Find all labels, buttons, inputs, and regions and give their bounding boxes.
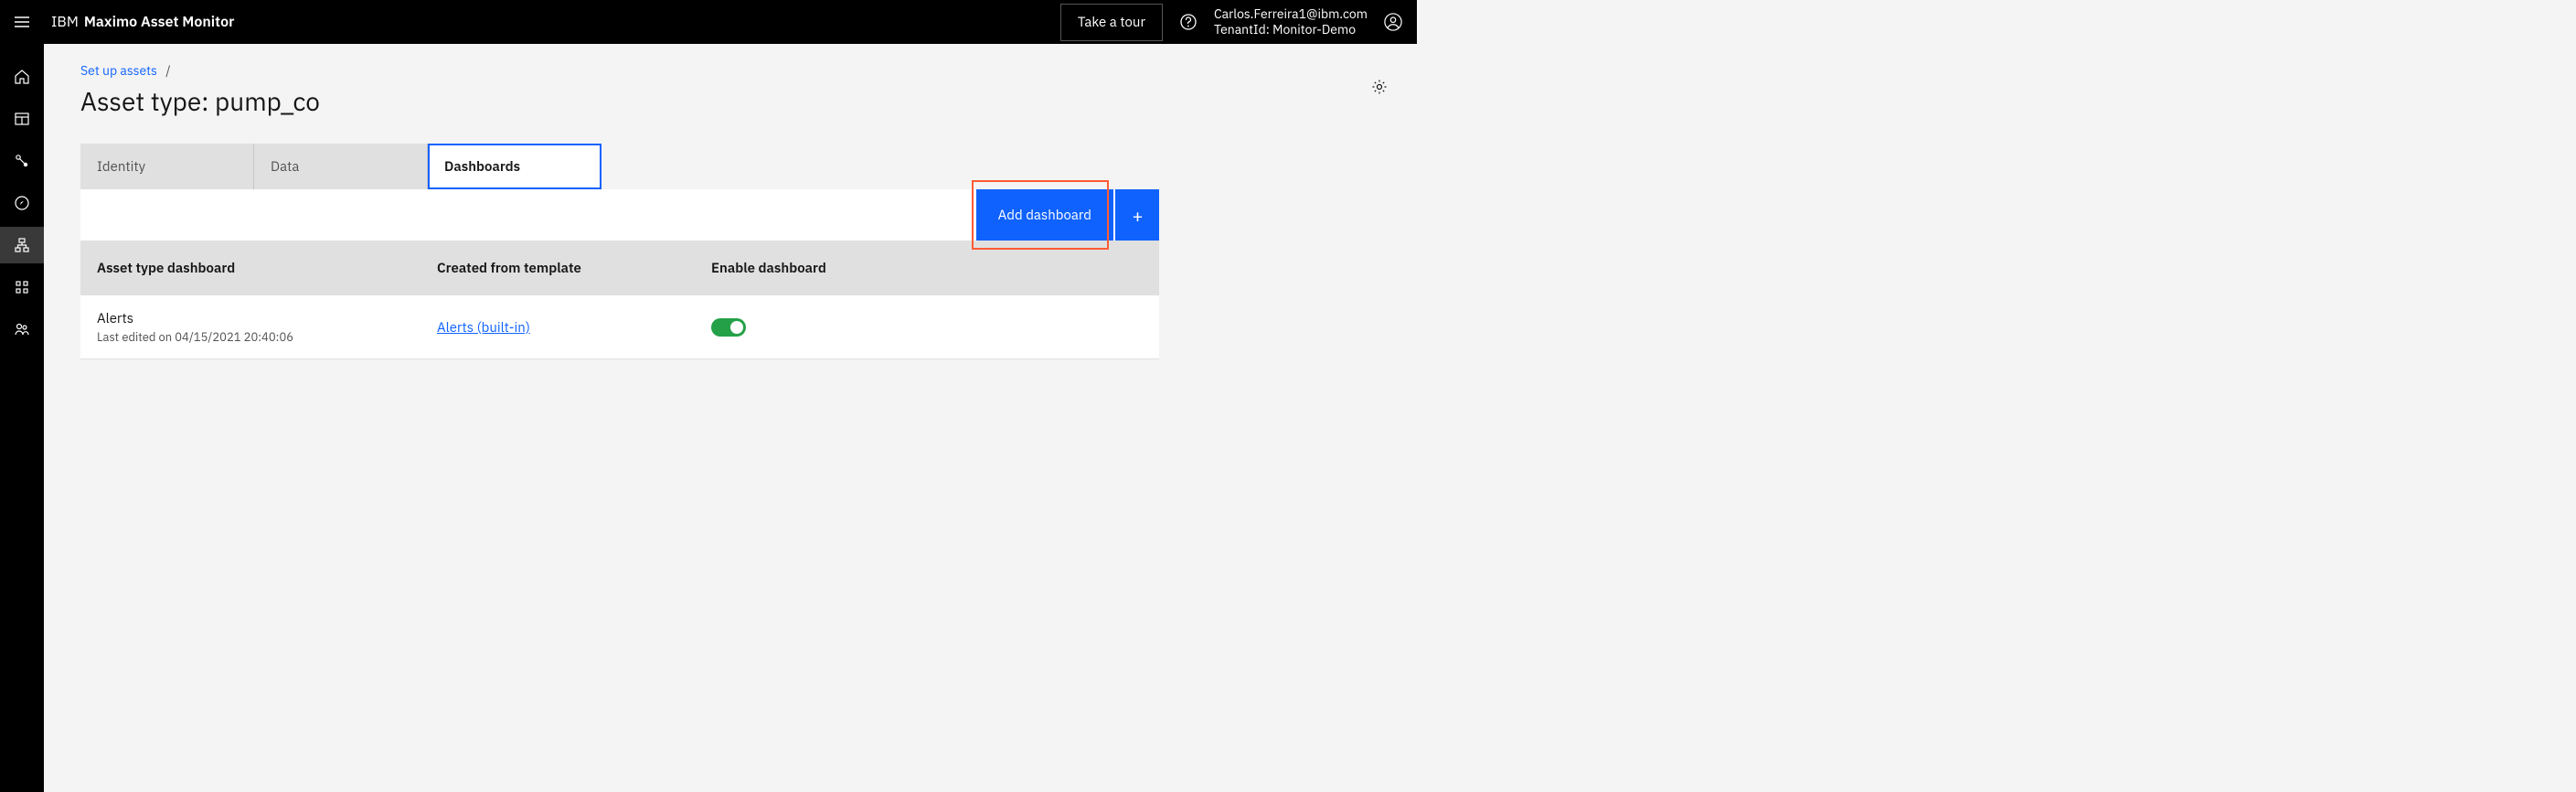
brand: IBM Maximo Asset Monitor [51,13,234,31]
cell-template: Alerts (built-in) [437,318,711,337]
user-email: Carlos.Ferreira1@ibm.com [1214,6,1368,23]
cell-name: Alerts Last edited on 04/15/2021 20:40:0… [80,310,437,345]
app-header: IBM Maximo Asset Monitor Take a tour Car… [0,0,1417,44]
page-settings-button[interactable] [1371,79,1388,100]
nav-connect[interactable] [0,143,44,179]
table-row: Alerts Last edited on 04/15/2021 20:40:0… [80,295,1159,359]
col-header-template: Created from template [437,260,711,277]
dashboards-panel: Add dashboard + Asset type dashboard Cre… [80,189,1159,359]
enable-toggle[interactable] [711,318,746,337]
brand-product: Maximo Asset Monitor [84,13,235,31]
tenant-label: TenantId: Monitor-Demo [1214,22,1368,38]
page-title: Asset type: pump_co [80,84,1388,118]
nav-home[interactable] [0,59,44,95]
dashboard-icon [14,111,30,127]
take-tour-button[interactable]: Take a tour [1060,4,1163,41]
action-bar: Add dashboard + [80,189,1159,241]
tab-data[interactable]: Data [254,144,428,189]
users-icon [14,321,30,337]
check-icon [734,322,741,334]
cell-enable [711,318,1159,337]
tab-label: Dashboards [444,158,520,176]
hamburger-icon [13,13,31,31]
hierarchy-icon [14,237,30,253]
nav-explore[interactable] [0,185,44,221]
tab-label: Data [271,158,299,176]
nav-users[interactable] [0,311,44,348]
compass-icon [14,195,30,211]
add-dashboard-button[interactable]: Add dashboard [976,189,1113,241]
help-button[interactable] [1179,13,1198,31]
user-info: Carlos.Ferreira1@ibm.com TenantId: Monit… [1214,6,1368,38]
help-icon [1179,13,1198,31]
brand-prefix: IBM [51,13,79,31]
header-right: Take a tour Carlos.Ferreira1@ibm.com Ten… [1060,4,1402,41]
tab-label: Identity [97,158,145,176]
col-header-enable: Enable dashboard [711,260,1159,277]
blocks-icon [15,280,29,294]
left-nav-rail [0,44,44,792]
menu-button[interactable] [0,0,44,44]
breadcrumb-separator: / [165,62,170,79]
nav-services[interactable] [0,269,44,305]
dashboard-meta: Last edited on 04/15/2021 20:40:06 [97,329,437,345]
connect-icon [15,154,29,168]
template-link[interactable]: Alerts (built-in) [437,319,530,337]
home-icon [14,69,30,85]
add-dashboard-plus-button[interactable]: + [1115,189,1159,241]
avatar-icon [1384,12,1402,32]
table-header: Asset type dashboard Created from templa… [80,241,1159,295]
nav-dashboard[interactable] [0,101,44,137]
user-menu-button[interactable] [1384,13,1402,31]
breadcrumb-parent[interactable]: Set up assets [80,62,157,79]
breadcrumb: Set up assets / [80,62,1388,79]
tab-dashboards[interactable]: Dashboards [428,144,601,189]
tab-identity[interactable]: Identity [80,144,254,189]
col-header-name: Asset type dashboard [80,260,437,277]
page-content: Set up assets / Asset type: pump_co Iden… [44,44,1417,359]
gear-icon [1371,79,1388,95]
dashboard-name: Alerts [97,310,437,327]
tabs: Identity Data Dashboards [80,144,1388,189]
nav-setup[interactable] [0,227,44,263]
